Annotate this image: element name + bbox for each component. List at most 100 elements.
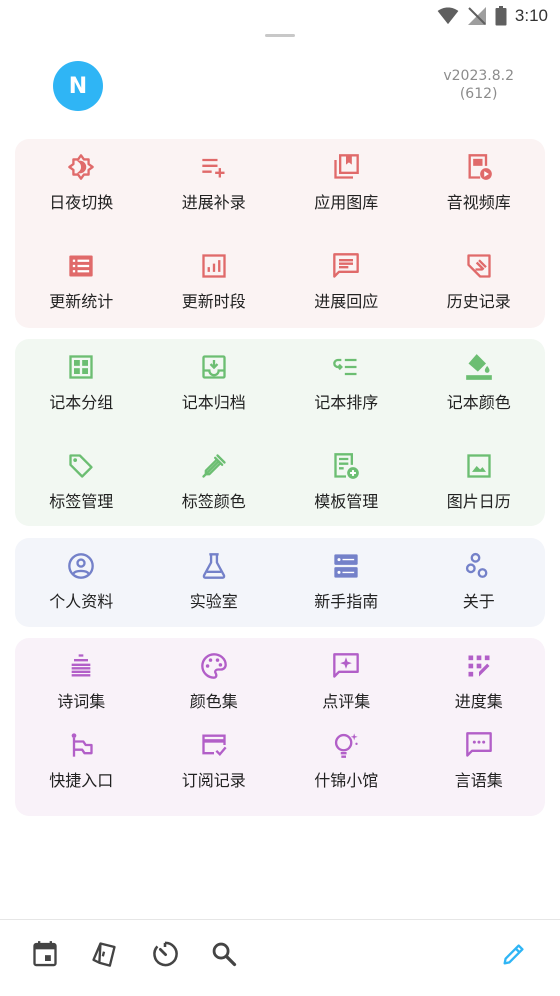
tile-colors[interactable]: 颜色集	[148, 638, 281, 727]
tile-poems[interactable]: 诗词集	[15, 638, 148, 727]
guide-icon	[334, 554, 358, 578]
tile-label: 诗词集	[57, 692, 106, 711]
bottom-nav	[0, 920, 560, 996]
tile-day-night[interactable]: 日夜切换	[15, 139, 148, 238]
signal-off-icon	[467, 7, 486, 25]
tile-label: 日夜切换	[49, 193, 114, 212]
version-label: v2023.8.2	[443, 68, 514, 84]
tile-label: 应用图库	[314, 193, 379, 212]
status-time: 3:10	[514, 6, 548, 25]
chat-icon	[465, 732, 492, 757]
status-icons: 3:10	[437, 4, 548, 28]
tag-icon	[69, 454, 93, 478]
tile-label: 言语集	[454, 771, 503, 790]
tile-app-library[interactable]: 应用图库	[280, 139, 413, 238]
tile-label: 历史记录	[446, 292, 511, 311]
tile-label: 记本颜色	[446, 393, 511, 412]
tile-notebook-groups[interactable]: 记本分组	[15, 339, 148, 438]
build-label: (612)	[459, 86, 498, 102]
tile-label: 记本归档	[181, 393, 246, 412]
tile-image-calendar[interactable]: 图片日历	[413, 438, 546, 537]
tile-label: 订阅记录	[181, 771, 246, 790]
tile-shortcuts[interactable]: 快捷入口	[15, 727, 148, 816]
template-add-icon	[334, 453, 360, 479]
tile-label: 进展补录	[181, 193, 246, 212]
tile-media-library[interactable]: 音视频库	[413, 139, 546, 238]
avatar-letter: N	[68, 73, 88, 99]
tile-notebook-sort[interactable]: 记本排序	[280, 339, 413, 438]
tile-notebook-color[interactable]: 记本颜色	[413, 339, 546, 438]
drag-handle[interactable]	[265, 34, 295, 37]
tile-tag-color[interactable]: 标签颜色	[148, 438, 281, 537]
sort-icon	[333, 358, 357, 376]
playlist-add-icon	[202, 158, 225, 178]
calendar-icon[interactable]	[31, 940, 59, 968]
tile-label: 关于	[462, 592, 495, 611]
archive-icon	[202, 355, 226, 379]
tile-label: 记本分组	[49, 393, 114, 412]
wifi-icon	[437, 7, 459, 25]
tile-notebook-archive[interactable]: 记本归档	[148, 339, 281, 438]
tile-label: 更新统计	[49, 292, 114, 311]
avatar[interactable]: N	[53, 61, 103, 111]
about-icon	[465, 552, 488, 578]
tile-tag-manage[interactable]: 标签管理	[15, 438, 148, 537]
tile-beginner-guide[interactable]: 新手指南	[280, 538, 413, 627]
tile-update-stats[interactable]: 更新统计	[15, 238, 148, 337]
tile-label: 个人资料	[49, 592, 114, 611]
flag-route-icon	[71, 733, 93, 757]
tile-label: 记本排序	[314, 393, 379, 412]
tile-reviews[interactable]: 点评集	[280, 638, 413, 727]
tile-label: 什锦小馆	[314, 771, 379, 790]
group-display: 日夜切换 进展补录 应用图库 音视频库 更新统计 更新时段 进展回应 历史记录	[15, 139, 545, 328]
eyedropper-icon	[202, 454, 226, 478]
tile-about[interactable]: 关于	[413, 538, 546, 627]
paint-bucket-icon	[465, 354, 492, 380]
list-stats-icon	[69, 255, 93, 277]
review-icon	[333, 653, 360, 678]
tile-label: 点评集	[322, 692, 371, 711]
tile-label: 进度集	[454, 692, 503, 711]
tile-sayings[interactable]: 言语集	[413, 727, 546, 816]
tile-label: 模板管理	[314, 492, 379, 511]
flask-icon	[202, 553, 226, 579]
account-circle-icon	[68, 553, 95, 579]
card-check-icon	[202, 734, 227, 757]
group-personal: 个人资料 实验室 新手指南 关于	[15, 538, 545, 627]
tile-update-period[interactable]: 更新时段	[148, 238, 281, 337]
tile-label: 新手指南	[314, 592, 379, 611]
lightbulb-icon	[335, 733, 358, 758]
tile-assorted[interactable]: 什锦小馆	[280, 727, 413, 816]
video-library-icon	[468, 154, 492, 180]
tile-progress-set[interactable]: 进度集	[413, 638, 546, 727]
poem-lines-icon	[71, 654, 91, 677]
grid-icon	[69, 355, 93, 379]
bar-chart-icon	[202, 254, 226, 278]
cards-icon[interactable]	[90, 940, 118, 968]
tile-lab[interactable]: 实验室	[148, 538, 281, 627]
day-night-icon	[68, 154, 95, 180]
library-icon	[334, 154, 360, 179]
tile-template-manage[interactable]: 模板管理	[280, 438, 413, 537]
tile-label: 图片日历	[446, 492, 511, 511]
palette-icon	[201, 653, 227, 679]
tile-label: 快捷入口	[49, 771, 114, 790]
history-icon	[467, 254, 491, 278]
progress-icon	[468, 655, 490, 677]
timer-icon[interactable]	[151, 940, 179, 968]
edit-icon[interactable]	[500, 940, 528, 968]
version-info: v2023.8.2 (612)	[443, 67, 514, 103]
tile-subscriptions[interactable]: 订阅记录	[148, 727, 281, 816]
group-notebooks: 记本分组 记本归档 记本排序 记本颜色 标签管理 标签颜色 模板管理 图片日历	[15, 339, 545, 526]
tile-label: 颜色集	[189, 692, 238, 711]
tile-progress-add[interactable]: 进展补录	[148, 139, 281, 238]
search-icon[interactable]	[210, 940, 238, 968]
tile-label: 音视频库	[446, 193, 511, 212]
tile-progress-reply[interactable]: 进展回应	[280, 238, 413, 337]
battery-icon	[495, 6, 507, 26]
status-bar: 3:10	[0, 0, 560, 32]
image-icon	[467, 454, 491, 478]
tile-profile[interactable]: 个人资料	[15, 538, 148, 627]
reply-message-icon	[333, 253, 360, 278]
tile-history[interactable]: 历史记录	[413, 238, 546, 337]
